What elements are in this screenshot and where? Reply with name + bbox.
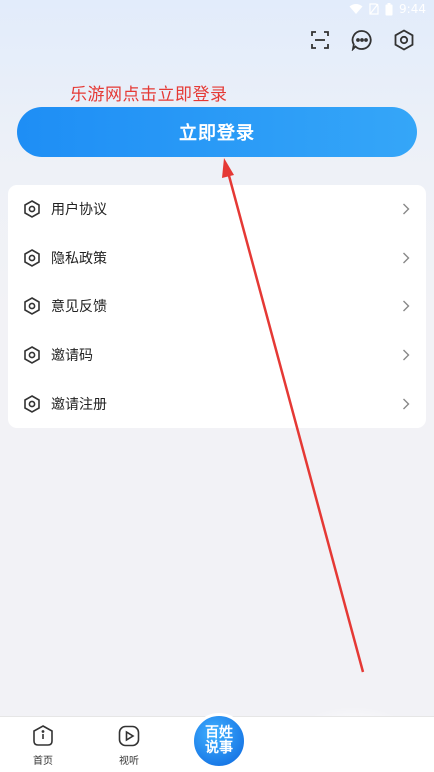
hexagon-settings-icon (23, 346, 41, 364)
hexagon-settings-icon (23, 394, 41, 413)
hexagon-settings-icon (23, 200, 41, 219)
home-info-icon (30, 723, 56, 749)
no-sim-icon (369, 3, 379, 15)
play-icon (116, 723, 142, 749)
chevron-right-icon (402, 299, 412, 313)
menu-item-label: 邀请注册 (51, 396, 107, 413)
chevron-right-icon (402, 348, 412, 362)
message-icon[interactable] (350, 28, 374, 52)
settings-icon[interactable] (392, 28, 416, 52)
menu-item-label: 用户协议 (51, 202, 107, 219)
status-time: 9:44 (399, 2, 426, 16)
hexagon-settings-icon (23, 297, 41, 316)
wifi-icon (349, 3, 363, 15)
status-bar: 9:44 (0, 0, 434, 18)
bottom-tab-bar: 首页 视听 百姓 说事 (0, 713, 434, 772)
center-action-line2: 说事 (205, 740, 233, 756)
center-action-button[interactable]: 百姓 说事 (191, 713, 247, 769)
login-button[interactable]: 立即登录 (17, 107, 417, 157)
top-toolbar (308, 28, 416, 52)
menu-item-invite-register[interactable]: 邀请注册 (8, 379, 426, 428)
tab-home[interactable]: 首页 (23, 723, 63, 769)
menu-card: 用户协议 隐私政策 意见反馈 邀请码 邀请注册 (8, 185, 426, 428)
tab-home-label: 首页 (33, 756, 53, 767)
menu-item-privacy-policy[interactable]: 隐私政策 (8, 234, 426, 283)
hexagon-settings-icon (23, 248, 41, 267)
menu-item-feedback[interactable]: 意见反馈 (8, 282, 426, 331)
tab-listen-label: 视听 (119, 756, 139, 767)
center-action-line1: 百姓 (205, 725, 233, 741)
menu-item-user-agreement[interactable]: 用户协议 (8, 185, 426, 234)
menu-item-label: 意见反馈 (51, 299, 107, 316)
scan-icon[interactable] (308, 28, 332, 52)
menu-item-label: 邀请码 (51, 348, 93, 365)
chevron-right-icon (402, 202, 412, 216)
chevron-right-icon (402, 251, 412, 265)
menu-item-invite-code[interactable]: 邀请码 (8, 331, 426, 380)
annotation-text: 乐游网点击立即登录 (70, 85, 228, 105)
battery-icon (385, 2, 393, 16)
chevron-right-icon (402, 397, 412, 411)
tab-listen[interactable]: 视听 (109, 723, 149, 769)
menu-item-label: 隐私政策 (51, 250, 107, 267)
